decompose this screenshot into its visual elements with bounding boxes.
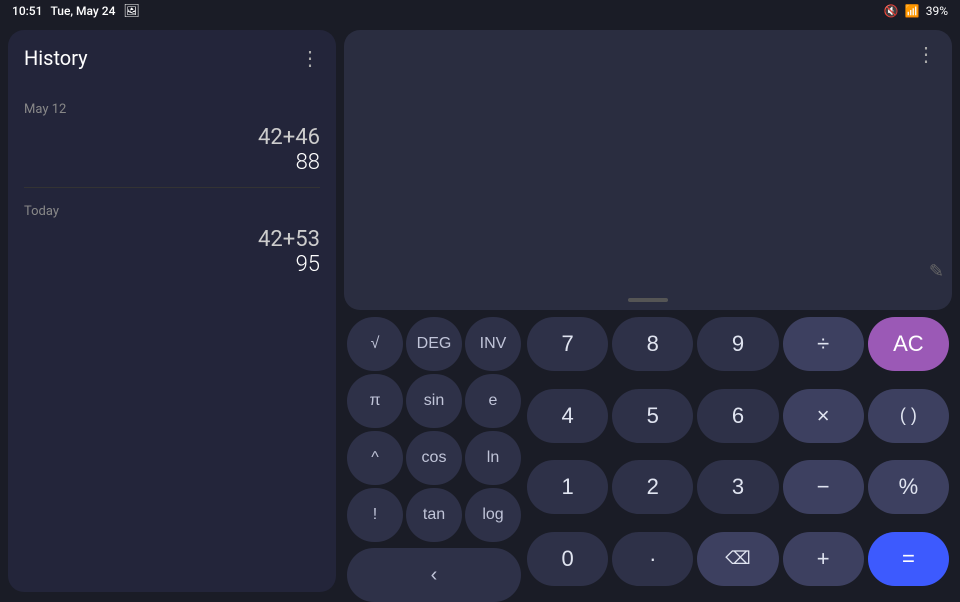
history-date-today: Today xyxy=(24,204,320,219)
pi-key[interactable]: π xyxy=(347,374,403,428)
key-plus[interactable]: + xyxy=(783,532,864,586)
main-layout: History ⋮ May 12 42+46 88 Today 42+53 95… xyxy=(0,22,960,600)
sin-key[interactable]: sin xyxy=(406,374,462,428)
num-keys-grid: 7 8 9 ÷ AC 4 5 6 × ( ) 1 2 3 − % 0 · xyxy=(524,314,952,602)
history-content: May 12 42+46 88 Today 42+53 95 xyxy=(8,78,336,592)
cos-key[interactable]: cos xyxy=(406,431,462,485)
history-title: History xyxy=(24,46,88,70)
power-key[interactable]: ^ xyxy=(347,431,403,485)
key-backspace[interactable]: ⌫ xyxy=(697,532,778,586)
key-9[interactable]: 9 xyxy=(697,317,778,371)
drag-handle xyxy=(628,298,668,302)
history-expr-1: 42+46 xyxy=(24,125,320,150)
inv-key[interactable]: INV xyxy=(465,317,521,371)
sqrt-key[interactable]: √ xyxy=(347,317,403,371)
ln-key[interactable]: ln xyxy=(465,431,521,485)
back-chevron[interactable]: ‹ xyxy=(347,548,521,602)
history-expr-2: 42+53 xyxy=(24,227,320,252)
key-4[interactable]: 4 xyxy=(527,389,608,443)
photo-icon: 🖼 xyxy=(123,4,140,19)
key-6[interactable]: 6 xyxy=(697,389,778,443)
display-more-icon[interactable]: ⋮ xyxy=(916,42,936,66)
e-key[interactable]: e xyxy=(465,374,521,428)
key-1[interactable]: 1 xyxy=(527,460,608,514)
key-2[interactable]: 2 xyxy=(612,460,693,514)
deg-key[interactable]: DEG xyxy=(406,317,462,371)
key-divide[interactable]: ÷ xyxy=(783,317,864,371)
key-multiply[interactable]: × xyxy=(783,389,864,443)
calc-panel: ⋮ ✎ √ DEG INV π sin e ^ cos xyxy=(344,30,952,592)
status-bar: 10:51 Tue, May 24 🖼 🔇 📶 39% xyxy=(0,0,960,22)
wifi-icon: 📶 xyxy=(905,4,920,18)
key-3[interactable]: 3 xyxy=(697,460,778,514)
key-parens[interactable]: ( ) xyxy=(868,389,949,443)
key-dot[interactable]: · xyxy=(612,532,693,586)
history-result-2: 95 xyxy=(24,252,320,277)
factorial-key[interactable]: ! xyxy=(347,488,403,542)
history-panel: History ⋮ May 12 42+46 88 Today 42+53 95 xyxy=(8,30,336,592)
key-ac[interactable]: AC xyxy=(868,317,949,371)
tan-key[interactable]: tan xyxy=(406,488,462,542)
key-7[interactable]: 7 xyxy=(527,317,608,371)
history-result-1: 88 xyxy=(24,150,320,175)
edit-icon: ✎ xyxy=(929,261,944,282)
sci-panel: √ DEG INV π sin e ^ cos ln ! tan log xyxy=(344,314,524,602)
sci-keys-grid: √ DEG INV π sin e ^ cos ln ! tan log xyxy=(344,314,524,545)
calc-display: ⋮ ✎ xyxy=(344,30,952,310)
status-bar-right: 🔇 📶 39% xyxy=(884,4,948,18)
history-entry-2[interactable]: 42+53 95 xyxy=(24,227,320,277)
history-divider xyxy=(24,187,320,188)
keypad-area: √ DEG INV π sin e ^ cos ln ! tan log xyxy=(344,314,952,602)
date-label: Tue, May 24 xyxy=(50,4,115,18)
key-equals[interactable]: = xyxy=(868,532,949,586)
key-0[interactable]: 0 xyxy=(527,532,608,586)
history-header: History ⋮ xyxy=(8,30,336,78)
battery-label: 39% xyxy=(926,4,948,18)
log-key[interactable]: log xyxy=(465,488,521,542)
mute-icon: 🔇 xyxy=(884,4,899,18)
status-bar-left: 10:51 Tue, May 24 🖼 xyxy=(12,4,140,19)
key-5[interactable]: 5 xyxy=(612,389,693,443)
history-entry-1[interactable]: 42+46 88 xyxy=(24,125,320,175)
history-date-may12: May 12 xyxy=(24,102,320,117)
history-more-icon[interactable]: ⋮ xyxy=(300,46,320,70)
key-minus[interactable]: − xyxy=(783,460,864,514)
time-label: 10:51 xyxy=(12,4,42,18)
key-8[interactable]: 8 xyxy=(612,317,693,371)
key-percent[interactable]: % xyxy=(868,460,949,514)
